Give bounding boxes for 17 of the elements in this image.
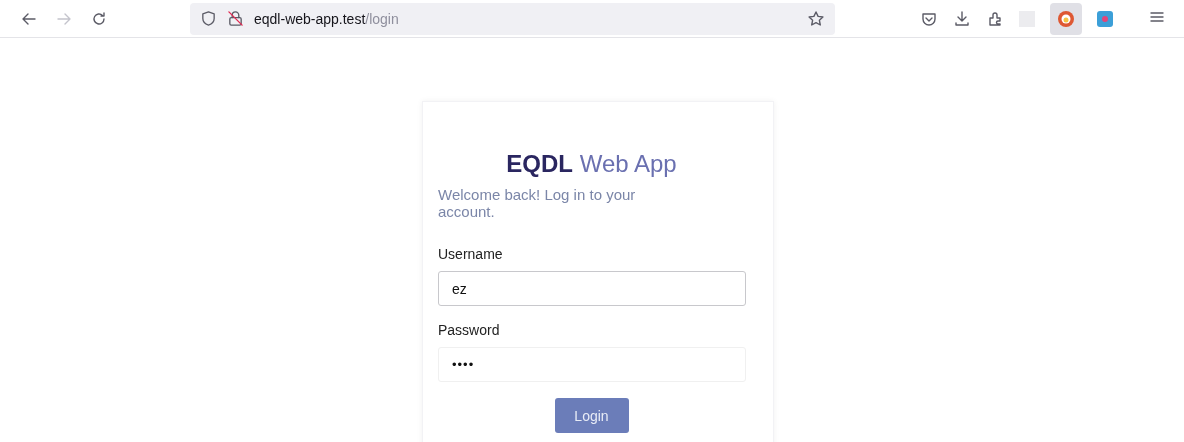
duck-icon xyxy=(1057,9,1075,28)
duck-extension-button[interactable] xyxy=(1050,2,1082,35)
app-title: EQDL Web App xyxy=(505,150,678,178)
shield-icon[interactable] xyxy=(200,10,217,27)
username-field[interactable]: ez xyxy=(438,271,746,306)
url-text: eqdl-web-app.test/login xyxy=(254,10,400,27)
welcome-text: Welcome back! Log in to your account. xyxy=(438,186,637,220)
field-label: Username xyxy=(438,246,504,262)
download-icon[interactable] xyxy=(953,9,971,28)
address-bar[interactable]: eqdl-web-app.test/login xyxy=(190,2,835,35)
extension-icon[interactable] xyxy=(1097,10,1113,27)
extensions-icon[interactable] xyxy=(986,9,1004,28)
star-icon[interactable] xyxy=(807,9,825,28)
reload-icon[interactable] xyxy=(90,9,108,28)
password-field[interactable]: •••• xyxy=(438,347,746,382)
field-label: Password xyxy=(438,322,501,338)
lock-icon[interactable] xyxy=(227,10,244,27)
